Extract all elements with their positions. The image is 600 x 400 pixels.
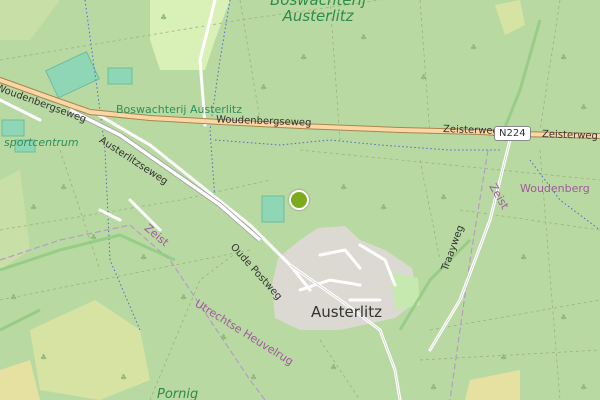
svg-text:♣: ♣ (260, 83, 267, 92)
sports-pitch (261, 195, 285, 223)
svg-text:♣: ♣ (580, 383, 587, 392)
svg-text:♣: ♣ (90, 233, 97, 242)
admin-label-woudenberg: Woudenberg (520, 182, 590, 195)
svg-text:♣: ♣ (10, 293, 17, 302)
town-label-austerlitz: Austerlitz (311, 303, 382, 321)
svg-text:♣: ♣ (560, 53, 567, 62)
svg-text:♣: ♣ (30, 203, 37, 212)
poi-sportcentrum: sportcentrum (4, 136, 79, 149)
svg-text:♣: ♣ (330, 363, 337, 372)
svg-text:♣: ♣ (140, 253, 147, 262)
svg-text:♣: ♣ (420, 73, 427, 82)
road-label-zeisterweg-2: Zeisterweg (541, 129, 599, 142)
svg-text:♣: ♣ (430, 383, 437, 392)
svg-text:♣: ♣ (440, 193, 447, 202)
svg-text:♣: ♣ (340, 183, 347, 192)
svg-text:♣: ♣ (580, 103, 587, 112)
road-label-zeisterweg-1: Zeisterweg (442, 124, 500, 137)
svg-text:♣: ♣ (120, 373, 127, 382)
svg-text:♣: ♣ (500, 353, 507, 362)
svg-text:♣: ♣ (250, 373, 257, 382)
forest-label: Boswachterij Austerlitz (270, 0, 367, 25)
svg-text:♣: ♣ (220, 333, 227, 342)
svg-text:♣: ♣ (40, 353, 47, 362)
svg-text:♣: ♣ (180, 293, 187, 302)
forest-label-south: Pornig (157, 387, 199, 400)
svg-text:♣: ♣ (380, 203, 387, 212)
svg-text:♣: ♣ (60, 183, 67, 192)
svg-text:♣: ♣ (470, 43, 477, 52)
svg-text:♣: ♣ (560, 313, 567, 322)
svg-text:♣: ♣ (160, 13, 167, 22)
location-marker[interactable] (289, 190, 309, 210)
route-shield-n224: N224 (494, 126, 531, 141)
svg-text:♣: ♣ (520, 253, 527, 262)
svg-text:♣: ♣ (360, 33, 367, 42)
map-canvas[interactable]: ♣ ♣ ♣ ♣ ♣ ♣ ♣ ♣ ♣ ♣ ♣ ♣ ♣ ♣ ♣ ♣ ♣ ♣ ♣ ♣ ♣ ♣ ♣ ♣ ♣ ♣ ♣ Bosw… (0, 0, 600, 400)
svg-text:♣: ♣ (300, 53, 307, 62)
